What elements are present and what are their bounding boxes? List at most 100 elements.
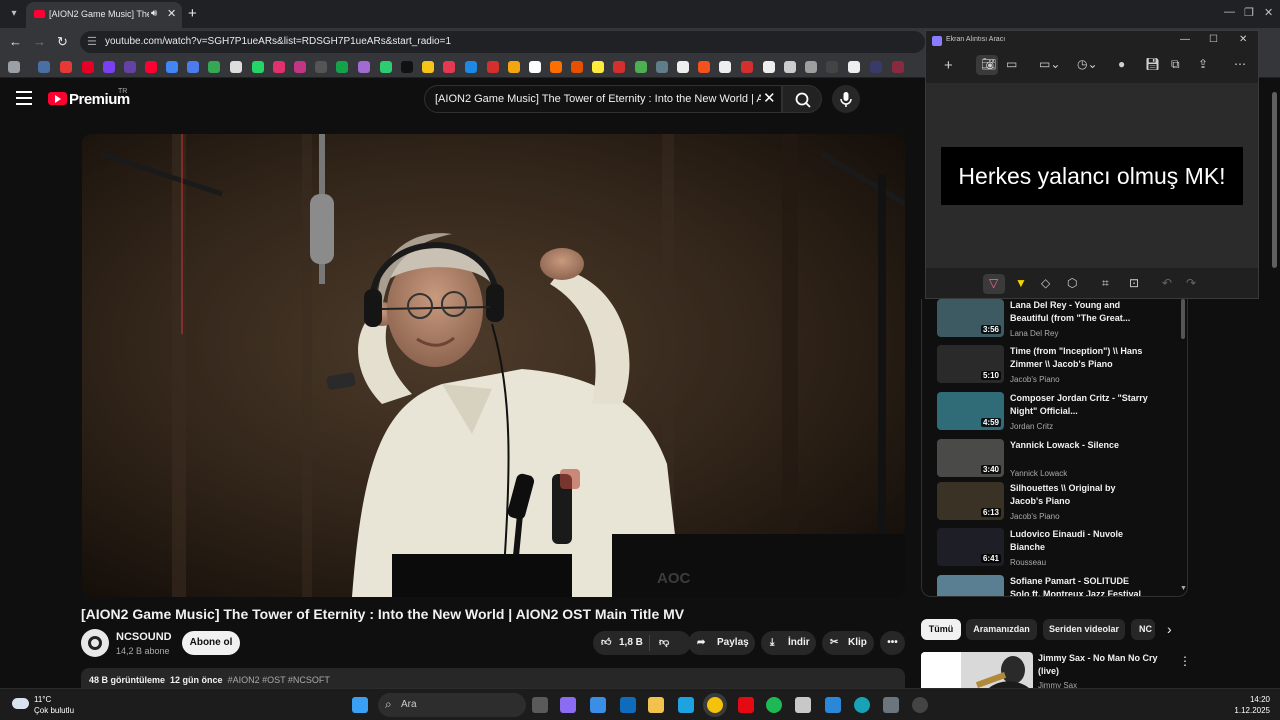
bookmark-icon[interactable] [698,61,710,73]
bookmark-icon[interactable] [103,61,115,73]
minimize-icon[interactable]: — [1180,34,1190,45]
maximize-icon[interactable]: ☐ [1209,34,1218,45]
bookmark-icon[interactable] [741,61,753,73]
maximize-icon[interactable]: ❐ [1244,6,1254,19]
bookmark-icon[interactable] [571,61,583,73]
bookmark-icon[interactable] [336,61,348,73]
bookmark-icon[interactable] [635,61,647,73]
back-icon[interactable]: ← [9,34,22,49]
subscribe-button[interactable]: Abone ol [182,631,240,655]
shapes-icon[interactable]: ⬡ [1067,276,1077,290]
eraser-icon[interactable]: ◇ [1041,276,1050,290]
playlist-item-title[interactable]: Lana Del Rey - Young and Beautiful (from… [1010,299,1150,325]
close-tab-icon[interactable]: ✕ [167,7,176,20]
minimize-icon[interactable]: — [1224,6,1235,18]
bookmark-icon[interactable] [82,61,94,73]
redo-icon[interactable]: ↷ [1186,276,1196,290]
crop-icon[interactable]: ⌗ [1102,276,1109,291]
playlist-item[interactable]: 3:40 Yannick Lowack - Silence Yannick Lo… [937,439,1177,483]
bookmark-icon[interactable] [826,61,838,73]
spotify-icon[interactable] [766,697,782,713]
search-input[interactable]: [AION2 Game Music] The Tower of Eternity… [424,85,782,113]
playlist-thumbnail[interactable]: 5:10 [937,345,1004,383]
share-button[interactable]: ➦ Paylaş [688,631,755,655]
download-button[interactable]: ⤓ İndir [761,631,816,655]
bookmark-icon[interactable] [550,61,562,73]
app-icon[interactable] [854,697,870,713]
playlist-thumbnail[interactable] [937,575,1004,596]
playlist-thumbnail[interactable]: 6:41 [937,528,1004,566]
bookmark-icon[interactable] [848,61,860,73]
app-icon[interactable] [795,697,811,713]
playlist-item-title[interactable]: Composer Jordan Critz - "Starry Night" O… [1010,392,1150,418]
task-view-icon[interactable] [532,697,548,713]
page-scrollbar-thumb[interactable] [1272,92,1277,268]
like-icon[interactable]: 👍︎ [601,631,611,655]
bookmark-icon[interactable] [592,61,604,73]
bookmark-icon[interactable] [719,61,731,73]
channel-avatar[interactable] [81,629,109,657]
guide-menu-icon[interactable] [16,91,32,105]
reload-icon[interactable]: ↻ [57,34,68,50]
chevron-right-icon[interactable]: › [1167,621,1172,637]
bookmark-icon[interactable] [166,61,178,73]
site-info-icon[interactable]: ☰ [87,35,97,48]
bookmark-icon[interactable] [892,61,904,73]
chip-all[interactable]: Tümü [921,619,961,640]
close-window-icon[interactable]: ✕ [1264,6,1273,19]
bookmark-icon[interactable] [784,61,796,73]
playlist-item-title[interactable]: Yannick Lowack - Silence [1010,439,1150,452]
taskbar-search[interactable]: ⌕ Ara [378,693,526,717]
bookmark-icon[interactable] [358,61,370,73]
chip-series[interactable]: Seriden videolar [1043,619,1125,640]
bookmark-icon[interactable] [60,61,72,73]
playlist-scrollbar[interactable] [1181,299,1185,339]
playlist-item[interactable]: Sofiane Pamart - SOLITUDE Solo ft. Montr… [937,575,1177,596]
bookmark-icon[interactable] [230,61,242,73]
outlook-icon[interactable] [620,697,636,713]
file-explorer-icon[interactable] [648,697,664,713]
bookmark-icon[interactable] [273,61,285,73]
speaker-icon[interactable]: 🔊︎ [151,8,157,19]
playlist-item[interactable]: 4:59 Composer Jordan Critz - "Starry Nig… [937,392,1177,436]
bookmark-icon[interactable] [529,61,541,73]
channel-name[interactable]: NCSOUND [116,631,172,643]
playlist-thumbnail[interactable]: 4:59 [937,392,1004,430]
more-actions-button[interactable]: ••• [880,631,905,655]
undo-icon[interactable]: ↶ [1162,276,1172,290]
bookmark-icon[interactable] [252,61,264,73]
copilot-icon[interactable] [560,697,576,713]
related-title[interactable]: Jimmy Sax - No Man No Cry (live) [1038,652,1168,678]
forward-icon[interactable]: → [33,34,46,49]
bookmark-icon[interactable] [805,61,817,73]
bookmark-icon[interactable] [508,61,520,73]
playlist-thumbnail[interactable]: 3:40 [937,439,1004,477]
bookmark-icon[interactable] [315,61,327,73]
timer-dropdown-icon[interactable]: ◷⌄ [1077,57,1098,71]
netflix-icon[interactable] [738,697,754,713]
apps-icon[interactable] [8,61,20,73]
page-scrollbar[interactable] [1270,80,1278,698]
bookmark-icon[interactable] [124,61,136,73]
bookmark-icon[interactable] [763,61,775,73]
bookmark-icon[interactable] [465,61,477,73]
youtube-logo-icon[interactable] [48,92,67,105]
calculator-icon[interactable] [883,697,899,713]
bookmark-icon[interactable] [145,61,157,73]
chrome-icon[interactable] [707,697,723,713]
clip-button[interactable]: ✂ Klip [822,631,874,655]
highlighter-icon[interactable]: ▼ [1015,276,1027,290]
playlist-item[interactable]: 3:56 Lana Del Rey - Young and Beautiful … [937,299,1177,343]
playlist-item-title[interactable]: Ludovico Einaudi - Nuvole Bianche [1010,528,1150,554]
text-actions-icon[interactable]: ⊡ [1129,276,1139,290]
share-icon[interactable]: ⇪ [1198,57,1208,71]
bookmark-icon[interactable] [380,61,392,73]
more-vertical-icon[interactable]: ⋮ [1179,654,1191,668]
bookmark-icon[interactable] [677,61,689,73]
bookmark-icon[interactable] [870,61,882,73]
edge-icon[interactable] [678,697,694,713]
settings-icon[interactable] [912,697,928,713]
chip-nc[interactable]: NC [1131,619,1155,640]
bookmark-icon[interactable] [443,61,455,73]
address-bar[interactable]: ☰ youtube.com/watch?v=SGH7P1ueARs&list=R… [80,31,925,53]
